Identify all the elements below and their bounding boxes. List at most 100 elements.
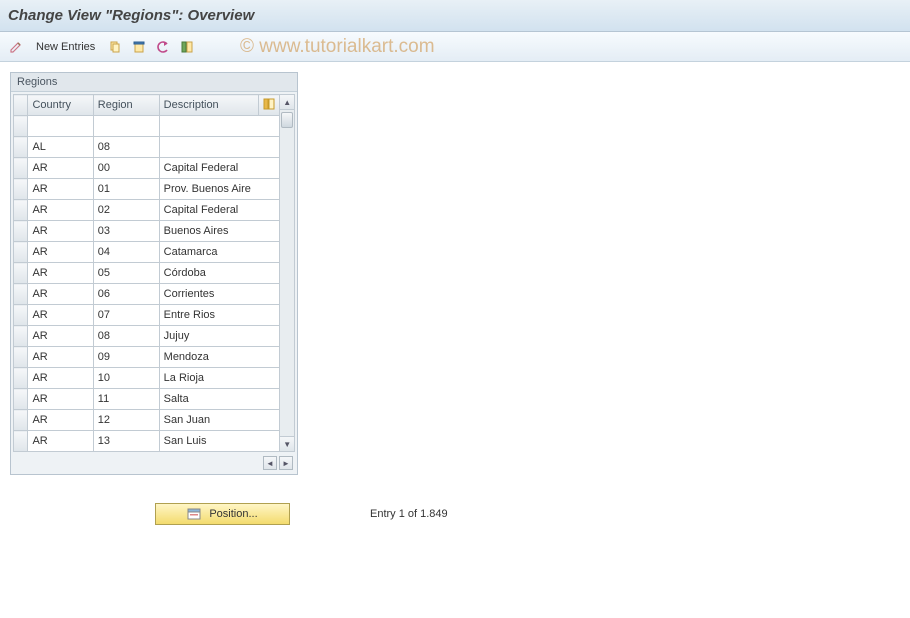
scroll-down-icon[interactable]: ▼ — [280, 436, 294, 451]
table-row[interactable]: AR07Entre Rios — [14, 305, 280, 326]
cell-description[interactable]: Entre Rios — [159, 305, 280, 326]
cell-description[interactable]: Córdoba — [159, 263, 280, 284]
cell-country[interactable]: AR — [28, 305, 93, 326]
scroll-thumb[interactable] — [281, 112, 293, 128]
cell-description[interactable]: Mendoza — [159, 347, 280, 368]
cell-description[interactable]: Capital Federal — [159, 158, 280, 179]
row-selector[interactable] — [14, 347, 28, 368]
col-description-header[interactable]: Description — [159, 95, 259, 116]
table-row[interactable]: AR03Buenos Aires — [14, 221, 280, 242]
cell-description[interactable]: Prov. Buenos Aire — [159, 179, 280, 200]
cell-region[interactable]: 11 — [93, 389, 159, 410]
table-row[interactable]: AR08Jujuy — [14, 326, 280, 347]
cell-region[interactable]: 06 — [93, 284, 159, 305]
row-selector[interactable] — [14, 158, 28, 179]
table-row[interactable]: AR06Corrientes — [14, 284, 280, 305]
scroll-right-icon[interactable]: ► — [279, 456, 293, 470]
cell-country[interactable]: AR — [28, 242, 93, 263]
cell-description[interactable]: Salta — [159, 389, 280, 410]
cell-description[interactable]: La Rioja — [159, 368, 280, 389]
cell-country[interactable]: AR — [28, 431, 93, 452]
cell-description[interactable]: Jujuy — [159, 326, 280, 347]
cell-country[interactable]: AR — [28, 410, 93, 431]
table-row[interactable]: AR04Catamarca — [14, 242, 280, 263]
cell-region[interactable]: 10 — [93, 368, 159, 389]
cell-country[interactable]: AR — [28, 284, 93, 305]
select-all-icon[interactable] — [177, 37, 197, 57]
table-row[interactable]: AR13San Luis — [14, 431, 280, 452]
vertical-scrollbar[interactable]: ▲ ▼ — [280, 94, 295, 452]
row-selector[interactable] — [14, 242, 28, 263]
cell-region[interactable]: 13 — [93, 431, 159, 452]
cell-country[interactable]: AR — [28, 368, 93, 389]
table-row[interactable] — [14, 116, 280, 137]
cell-description[interactable]: San Juan — [159, 410, 280, 431]
cell-country[interactable]: AR — [28, 158, 93, 179]
cell-region[interactable]: 08 — [93, 137, 159, 158]
row-selector[interactable] — [14, 368, 28, 389]
cell-country[interactable]: AR — [28, 389, 93, 410]
cell-country[interactable]: AR — [28, 179, 93, 200]
cell-country[interactable]: AR — [28, 326, 93, 347]
change-icon[interactable] — [6, 37, 26, 57]
cell-description[interactable]: Capital Federal — [159, 200, 280, 221]
cell-description[interactable]: Buenos Aires — [159, 221, 280, 242]
table-row[interactable]: AL08 — [14, 137, 280, 158]
cell-region[interactable]: 02 — [93, 200, 159, 221]
scroll-track[interactable] — [280, 110, 294, 436]
cell-region[interactable]: 07 — [93, 305, 159, 326]
cell-region[interactable]: 05 — [93, 263, 159, 284]
cell-description[interactable]: San Luis — [159, 431, 280, 452]
row-selector[interactable] — [14, 389, 28, 410]
undo-icon[interactable] — [153, 37, 173, 57]
row-selector[interactable] — [14, 326, 28, 347]
col-region-header[interactable]: Region — [93, 95, 159, 116]
new-entries-button[interactable]: New Entries — [30, 37, 101, 57]
cell-region[interactable] — [93, 116, 159, 137]
col-country-header[interactable]: Country — [28, 95, 93, 116]
cell-description[interactable] — [159, 137, 280, 158]
table-row[interactable]: AR02Capital Federal — [14, 200, 280, 221]
cell-description[interactable]: Catamarca — [159, 242, 280, 263]
configure-columns-icon[interactable] — [259, 95, 280, 116]
position-button[interactable]: Position... — [155, 503, 290, 525]
cell-description[interactable] — [159, 116, 280, 137]
row-selector[interactable] — [14, 263, 28, 284]
cell-region[interactable]: 04 — [93, 242, 159, 263]
row-selector[interactable] — [14, 137, 28, 158]
cell-country[interactable]: AR — [28, 347, 93, 368]
table-row[interactable]: AR00Capital Federal — [14, 158, 280, 179]
copy-icon[interactable] — [105, 37, 125, 57]
col-select-header[interactable] — [14, 95, 28, 116]
cell-region[interactable]: 12 — [93, 410, 159, 431]
row-selector[interactable] — [14, 410, 28, 431]
cell-region[interactable]: 01 — [93, 179, 159, 200]
row-selector[interactable] — [14, 116, 28, 137]
table-row[interactable]: AR11Salta — [14, 389, 280, 410]
table-row[interactable]: AR09Mendoza — [14, 347, 280, 368]
table-row[interactable]: AR10La Rioja — [14, 368, 280, 389]
cell-country[interactable]: AR — [28, 200, 93, 221]
cell-region[interactable]: 00 — [93, 158, 159, 179]
row-selector[interactable] — [14, 305, 28, 326]
cell-description[interactable]: Corrientes — [159, 284, 280, 305]
row-selector[interactable] — [14, 221, 28, 242]
scroll-up-icon[interactable]: ▲ — [280, 95, 294, 110]
delete-icon[interactable] — [129, 37, 149, 57]
row-selector[interactable] — [14, 200, 28, 221]
cell-region[interactable]: 09 — [93, 347, 159, 368]
table-row[interactable]: AR05Córdoba — [14, 263, 280, 284]
table-row[interactable]: AR12San Juan — [14, 410, 280, 431]
table-row[interactable]: AR01Prov. Buenos Aire — [14, 179, 280, 200]
row-selector[interactable] — [14, 284, 28, 305]
position-label: Position... — [209, 508, 257, 520]
row-selector[interactable] — [14, 179, 28, 200]
cell-country[interactable]: AR — [28, 221, 93, 242]
cell-country[interactable]: AL — [28, 137, 93, 158]
cell-country[interactable] — [28, 116, 93, 137]
cell-region[interactable]: 08 — [93, 326, 159, 347]
cell-region[interactable]: 03 — [93, 221, 159, 242]
row-selector[interactable] — [14, 431, 28, 452]
scroll-left-icon[interactable]: ◄ — [263, 456, 277, 470]
cell-country[interactable]: AR — [28, 263, 93, 284]
